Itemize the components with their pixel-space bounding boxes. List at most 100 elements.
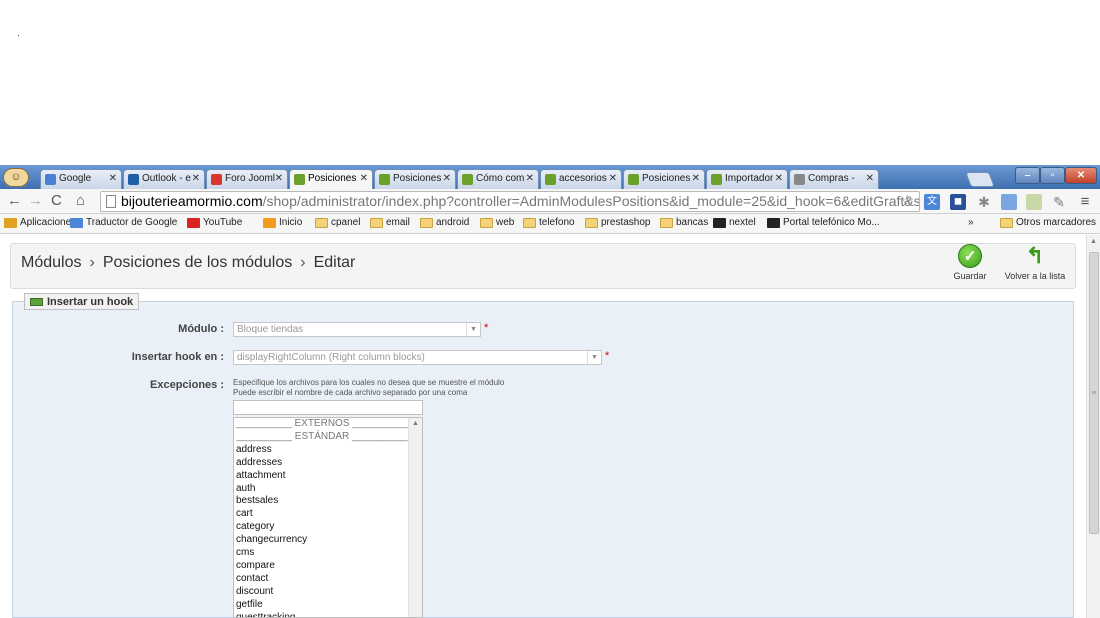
breadcrumb-positions[interactable]: Posiciones de los módulos	[103, 254, 292, 271]
list-item[interactable]: bestsales	[234, 495, 422, 508]
close-window-button[interactable]: ✕	[1065, 167, 1097, 184]
exceptions-input[interactable]	[233, 400, 423, 415]
tab-close-icon[interactable]: ✕	[692, 173, 700, 184]
puzzle-extension-icon[interactable]: ✱	[976, 194, 992, 210]
back-to-list-button[interactable]: ↰ Volver a la lista	[1000, 244, 1070, 286]
tab-close-icon[interactable]: ✕	[609, 173, 617, 184]
list-item[interactable]: changecurrency	[234, 534, 422, 547]
scrollbar-thumb[interactable]: ≡	[1089, 252, 1099, 534]
chevron-down-icon: ▼	[587, 351, 601, 364]
list-item[interactable]: auth	[234, 483, 422, 496]
tab-favicon-icon	[462, 174, 473, 185]
notes-extension-icon[interactable]	[1026, 194, 1042, 210]
tab-label: Outlook - e	[142, 173, 191, 184]
bookmark-label: Portal telefónico Mo...	[783, 217, 880, 228]
folder-icon	[1000, 218, 1013, 228]
folder-icon	[315, 218, 328, 228]
bookmark-label: email	[386, 217, 410, 228]
page-scrollbar[interactable]: ▲ ≡	[1086, 235, 1100, 618]
tab-label: Cómo com	[476, 173, 525, 184]
bookmark-label: nextel	[729, 217, 756, 228]
tab-close-icon[interactable]: ✕	[443, 173, 451, 184]
scroll-up-icon[interactable]: ▲	[409, 418, 422, 430]
tab-label: Compras -	[808, 173, 855, 184]
bookmark-item[interactable]: nextel	[713, 217, 756, 228]
tab-label: Importador	[725, 173, 774, 184]
tab-close-icon[interactable]: ✕	[109, 173, 117, 184]
tab-close-icon[interactable]: ✕	[192, 173, 200, 184]
new-tab-button[interactable]	[965, 172, 995, 187]
home-icon[interactable]: ⌂	[76, 192, 85, 209]
list-item[interactable]: compare	[234, 560, 422, 573]
reload-icon[interactable]: C	[51, 192, 62, 209]
browser-tab[interactable]: Posiciones ✕	[289, 169, 373, 190]
hook-select-value: displayRightColumn (Right column blocks)	[237, 352, 425, 363]
browser-tab[interactable]: Outlook - e ✕	[123, 169, 205, 189]
maximize-button[interactable]: ▫	[1040, 167, 1065, 184]
save-button[interactable]: ✓ Guardar	[950, 244, 990, 286]
back-to-list-label: Volver a la lista	[1004, 271, 1066, 281]
window-extension-icon[interactable]	[1001, 194, 1017, 210]
required-mark: *	[605, 350, 610, 362]
browser-tab[interactable]: Posiciones ✕	[623, 169, 705, 189]
bookmark-star-icon[interactable]: ☆	[900, 191, 914, 211]
hook-icon	[30, 298, 43, 306]
bookmark-item[interactable]: email	[370, 217, 410, 228]
bookmark-item[interactable]: cpanel	[315, 217, 360, 228]
extension-icon[interactable]: ◼	[950, 194, 966, 210]
list-item[interactable]: discount	[234, 586, 422, 599]
list-item[interactable]: getfile	[234, 599, 422, 612]
list-item[interactable]: address	[234, 444, 422, 457]
tab-close-icon[interactable]: ✕	[866, 173, 874, 184]
bookmark-item[interactable]: Traductor de Google	[70, 217, 177, 228]
browser-tab[interactable]: accesorios ✕	[540, 169, 622, 189]
list-item[interactable]: cart	[234, 508, 422, 521]
listbox-scrollbar[interactable]: ▲	[408, 418, 422, 617]
bookmark-item[interactable]: android	[420, 217, 469, 228]
list-item[interactable]: contact	[234, 573, 422, 586]
module-select[interactable]: Bloque tiendas ▼	[233, 322, 481, 337]
menu-icon[interactable]: ≡	[1077, 194, 1093, 210]
profile-avatar-icon[interactable]: ☺	[3, 168, 29, 187]
help-line-2: Puede escribir el nombre de cada archivo…	[233, 388, 468, 397]
bookmark-item[interactable]: YouTube	[187, 217, 242, 228]
tab-close-icon[interactable]: ✕	[526, 173, 534, 184]
bookmark-item[interactable]: telefono	[523, 217, 575, 228]
browser-tab[interactable]: Cómo com ✕	[457, 169, 539, 189]
breadcrumb-modules[interactable]: Módulos	[21, 254, 81, 271]
browser-tab[interactable]: Importador ✕	[706, 169, 788, 189]
folder-icon	[660, 218, 673, 228]
list-item[interactable]: addresses	[234, 457, 422, 470]
minimize-button[interactable]: –	[1015, 167, 1040, 184]
tab-close-icon[interactable]: ✕	[775, 173, 783, 184]
browser-tab[interactable]: Compras - ✕	[789, 169, 879, 189]
translate-extension-icon[interactable]: 文	[924, 194, 940, 210]
hook-select[interactable]: displayRightColumn (Right column blocks)…	[233, 350, 602, 365]
bookmark-item[interactable]: bancas	[660, 217, 708, 228]
browser-tab[interactable]: Posiciones ✕	[374, 169, 456, 189]
bookmark-item[interactable]: Portal telefónico Mo...	[767, 217, 880, 228]
scroll-up-icon[interactable]: ▲	[1090, 238, 1097, 245]
list-item[interactable]: cms	[234, 547, 422, 560]
other-bookmarks[interactable]: Otros marcadores	[1000, 217, 1096, 228]
list-item[interactable]: attachment	[234, 470, 422, 483]
tab-close-icon[interactable]: ✕	[275, 173, 283, 184]
bookmarks-overflow-button[interactable]: »	[968, 217, 974, 228]
bookmark-item[interactable]: Aplicaciones	[4, 217, 76, 228]
forward-arrow-icon[interactable]: →	[28, 192, 43, 209]
list-item[interactable]: guesttracking	[234, 612, 422, 617]
exceptions-listbox[interactable]: __________ EXTERNOS __________ __________…	[233, 417, 423, 618]
tab-label: Posiciones	[642, 173, 691, 184]
bookmark-label: telefono	[539, 217, 575, 228]
bookmark-item[interactable]: web	[480, 217, 514, 228]
tab-close-icon[interactable]: ✕	[360, 173, 368, 184]
breadcrumb-edit: Editar	[313, 254, 356, 271]
bookmark-item[interactable]: prestashop	[585, 217, 650, 228]
pen-extension-icon[interactable]: ✎	[1051, 194, 1067, 210]
address-bar[interactable]: bijouterieamormio.com/shop/administrator…	[100, 191, 920, 212]
back-arrow-icon[interactable]: ←	[7, 192, 22, 209]
browser-tab[interactable]: Foro Jooml ✕	[206, 169, 288, 189]
list-item[interactable]: category	[234, 521, 422, 534]
bookmark-item[interactable]: Inicio	[263, 217, 302, 228]
browser-tab[interactable]: Google ✕	[40, 169, 122, 189]
